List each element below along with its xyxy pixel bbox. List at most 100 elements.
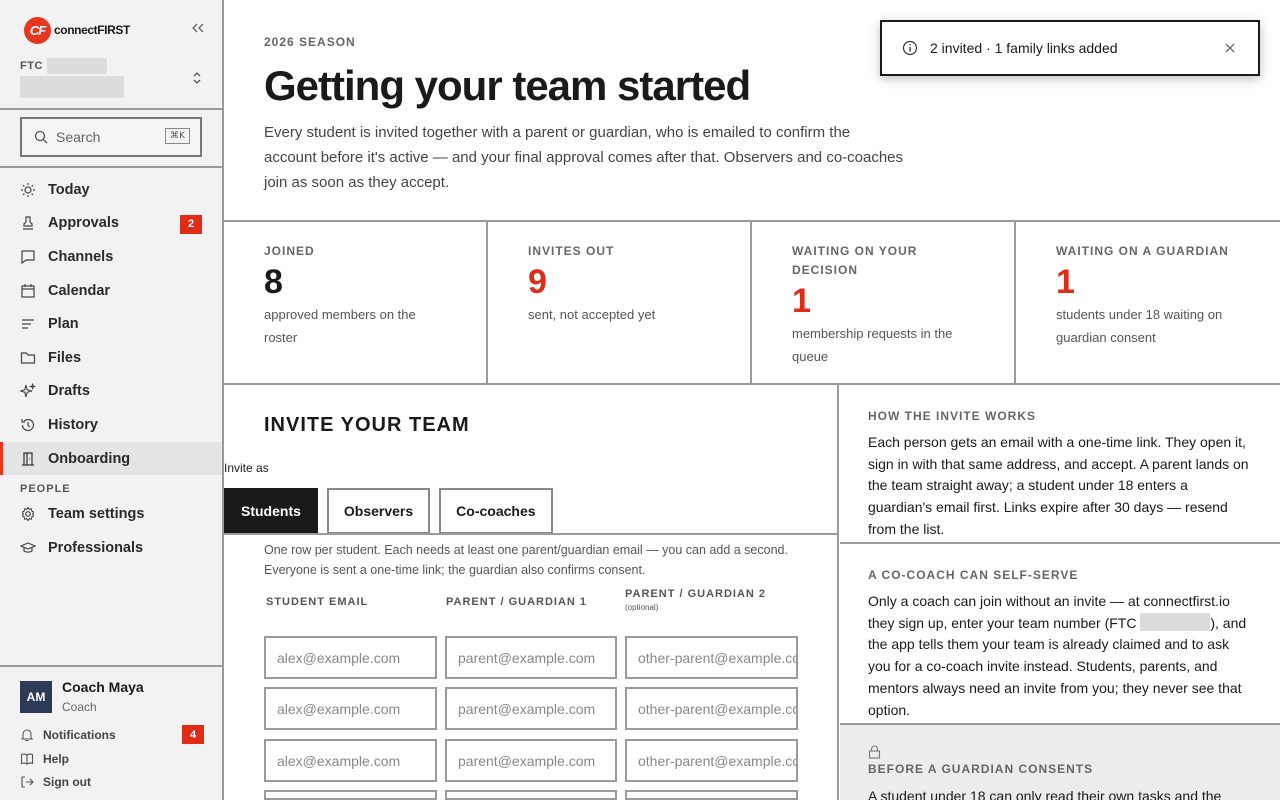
nav-item-onboarding[interactable]: Onboarding bbox=[0, 441, 222, 476]
invite-panel: INVITE YOUR TEAM Invite as Students Obse… bbox=[224, 385, 839, 800]
door-icon bbox=[20, 451, 36, 467]
avatar: AM bbox=[20, 681, 52, 713]
optional-note: (optional) bbox=[625, 603, 659, 612]
notifications-link[interactable]: Notifications 4 bbox=[20, 725, 204, 745]
section-heading: HOW THE INVITE WORKS bbox=[868, 409, 1036, 423]
nav-label: Files bbox=[48, 349, 82, 366]
nav-label: Plan bbox=[48, 316, 79, 333]
nav-label: Professionals bbox=[48, 539, 144, 556]
book-icon bbox=[20, 752, 34, 766]
how-invite-works: HOW THE INVITE WORKS Each person gets an… bbox=[840, 385, 1280, 544]
nav-item-plan[interactable]: Plan bbox=[0, 307, 222, 341]
user-role: Coach bbox=[62, 700, 97, 714]
close-icon[interactable] bbox=[1222, 40, 1238, 56]
search-shortcut: ⌘K bbox=[165, 128, 190, 144]
guardian-1-email-field[interactable] bbox=[445, 739, 617, 782]
user-profile[interactable]: AM Coach Maya Coach bbox=[20, 679, 204, 719]
nav-item-drafts[interactable]: Drafts bbox=[0, 375, 222, 409]
search-input[interactable] bbox=[56, 129, 156, 145]
nav-item-channels[interactable]: Channels bbox=[0, 240, 222, 274]
nav-label: History bbox=[48, 416, 98, 433]
nav-item-professionals[interactable]: Professionals bbox=[0, 531, 222, 565]
column-header-label: PARENT / GUARDIAN 2 bbox=[625, 588, 767, 600]
section-text: Only a coach can join without an invite … bbox=[868, 591, 1252, 721]
guardian-1-email-field[interactable] bbox=[445, 687, 617, 730]
stats-row: JOINED 8 approved members on the roster … bbox=[224, 220, 1280, 385]
history-icon bbox=[20, 417, 36, 433]
nav-label: Today bbox=[48, 181, 90, 198]
tab-co-coaches[interactable]: Co-coaches bbox=[439, 488, 553, 534]
graduation-cap-icon bbox=[20, 540, 36, 556]
collapse-sidebar-icon[interactable] bbox=[190, 20, 206, 36]
guardian-1-email-field[interactable] bbox=[445, 790, 617, 800]
column-header-guardian-1: PARENT / GUARDIAN 1 bbox=[446, 596, 588, 608]
help-link[interactable]: Help bbox=[20, 749, 204, 769]
nav-item-today[interactable]: Today bbox=[0, 173, 222, 207]
nav-item-calendar[interactable]: Calendar bbox=[0, 274, 222, 308]
tab-observers[interactable]: Observers bbox=[326, 488, 431, 534]
invite-as-label: Invite as bbox=[224, 461, 269, 475]
sign-out-icon bbox=[20, 775, 34, 789]
stat-value: 1 bbox=[1056, 263, 1075, 301]
invite-help-text: One row per student. Each needs at least… bbox=[264, 543, 788, 577]
nav-label: Channels bbox=[48, 248, 114, 265]
sign-out-link[interactable]: Sign out bbox=[20, 772, 204, 792]
section-text: A student under 18 can only read their o… bbox=[868, 788, 1222, 800]
nav-label: Team settings bbox=[48, 506, 145, 523]
page-title: Getting your team started bbox=[264, 62, 751, 109]
team-name-redacted bbox=[20, 76, 124, 98]
logo-mark: CF bbox=[24, 16, 51, 44]
stat-value: 1 bbox=[792, 282, 811, 320]
stat-desc: approved members on the roster bbox=[264, 307, 416, 345]
stat-waiting-guardian: WAITING ON A GUARDIAN 1 students under 1… bbox=[1016, 222, 1280, 383]
search-box[interactable]: ⌘K bbox=[20, 117, 202, 157]
stat-label: WAITING ON YOUR DECISION bbox=[792, 244, 918, 277]
stat-value: 9 bbox=[528, 263, 547, 301]
stat-desc: membership requests in the queue bbox=[792, 326, 953, 364]
invite-info-panel: HOW THE INVITE WORKS Each person gets an… bbox=[840, 385, 1280, 800]
help-label: Help bbox=[43, 752, 70, 766]
team-number-redacted bbox=[46, 58, 107, 74]
divider bbox=[224, 533, 839, 535]
stat-label: INVITES OUT bbox=[528, 244, 615, 258]
guardian-2-email-field[interactable] bbox=[625, 636, 798, 679]
gear-icon bbox=[20, 506, 36, 522]
nav-item-approvals[interactable]: Approvals 2 bbox=[0, 207, 222, 241]
stat-label: WAITING ON A GUARDIAN bbox=[1056, 244, 1229, 258]
page-intro: Every student is invited together with a… bbox=[264, 124, 904, 191]
student-email-field[interactable] bbox=[264, 636, 437, 679]
student-email-field[interactable] bbox=[264, 790, 437, 800]
tab-students[interactable]: Students bbox=[224, 488, 318, 534]
guardian-2-email-field[interactable] bbox=[625, 687, 798, 730]
stamp-icon bbox=[20, 215, 36, 231]
stat-desc: sent, not accepted yet bbox=[528, 307, 656, 322]
guardian-2-email-field[interactable] bbox=[625, 739, 798, 782]
nav-label: Approvals bbox=[48, 215, 119, 232]
approvals-count-badge: 2 bbox=[180, 214, 202, 234]
nav-item-team-settings[interactable]: Team settings bbox=[0, 497, 222, 531]
sun-icon bbox=[20, 182, 36, 198]
nav-label: Onboarding bbox=[48, 450, 131, 467]
stat-desc: students under 18 waiting on guardian co… bbox=[1056, 307, 1223, 345]
nav-label: Calendar bbox=[48, 282, 111, 299]
team-number-redacted bbox=[1140, 612, 1211, 631]
guardian-2-email-field[interactable] bbox=[625, 790, 798, 800]
season-label: 2026 SEASON bbox=[264, 35, 356, 49]
nav-item-files[interactable]: Files bbox=[0, 341, 222, 375]
guardian-1-email-field[interactable] bbox=[445, 636, 617, 679]
user-name: Coach Maya bbox=[62, 679, 144, 695]
team-code: FTC bbox=[20, 60, 43, 72]
student-email-field[interactable] bbox=[264, 739, 437, 782]
search-icon bbox=[34, 130, 48, 144]
nav-item-history[interactable]: History bbox=[0, 408, 222, 442]
student-email-field[interactable] bbox=[264, 687, 437, 730]
main-nav: Today Approvals 2 Channels Calendar Plan… bbox=[0, 173, 222, 565]
toast-notification: 2 invited · 1 family links added bbox=[880, 20, 1260, 76]
team-switcher[interactable]: FTC bbox=[20, 58, 204, 100]
divider bbox=[0, 665, 222, 667]
section-heading: BEFORE A GUARDIAN CONSENTS bbox=[868, 762, 1094, 776]
folder-icon bbox=[20, 350, 36, 366]
brand-logo[interactable]: CF connectFIRST bbox=[24, 16, 214, 44]
lock-icon bbox=[868, 745, 1252, 761]
stat-invites-out: INVITES OUT 9 sent, not accepted yet bbox=[488, 222, 752, 383]
